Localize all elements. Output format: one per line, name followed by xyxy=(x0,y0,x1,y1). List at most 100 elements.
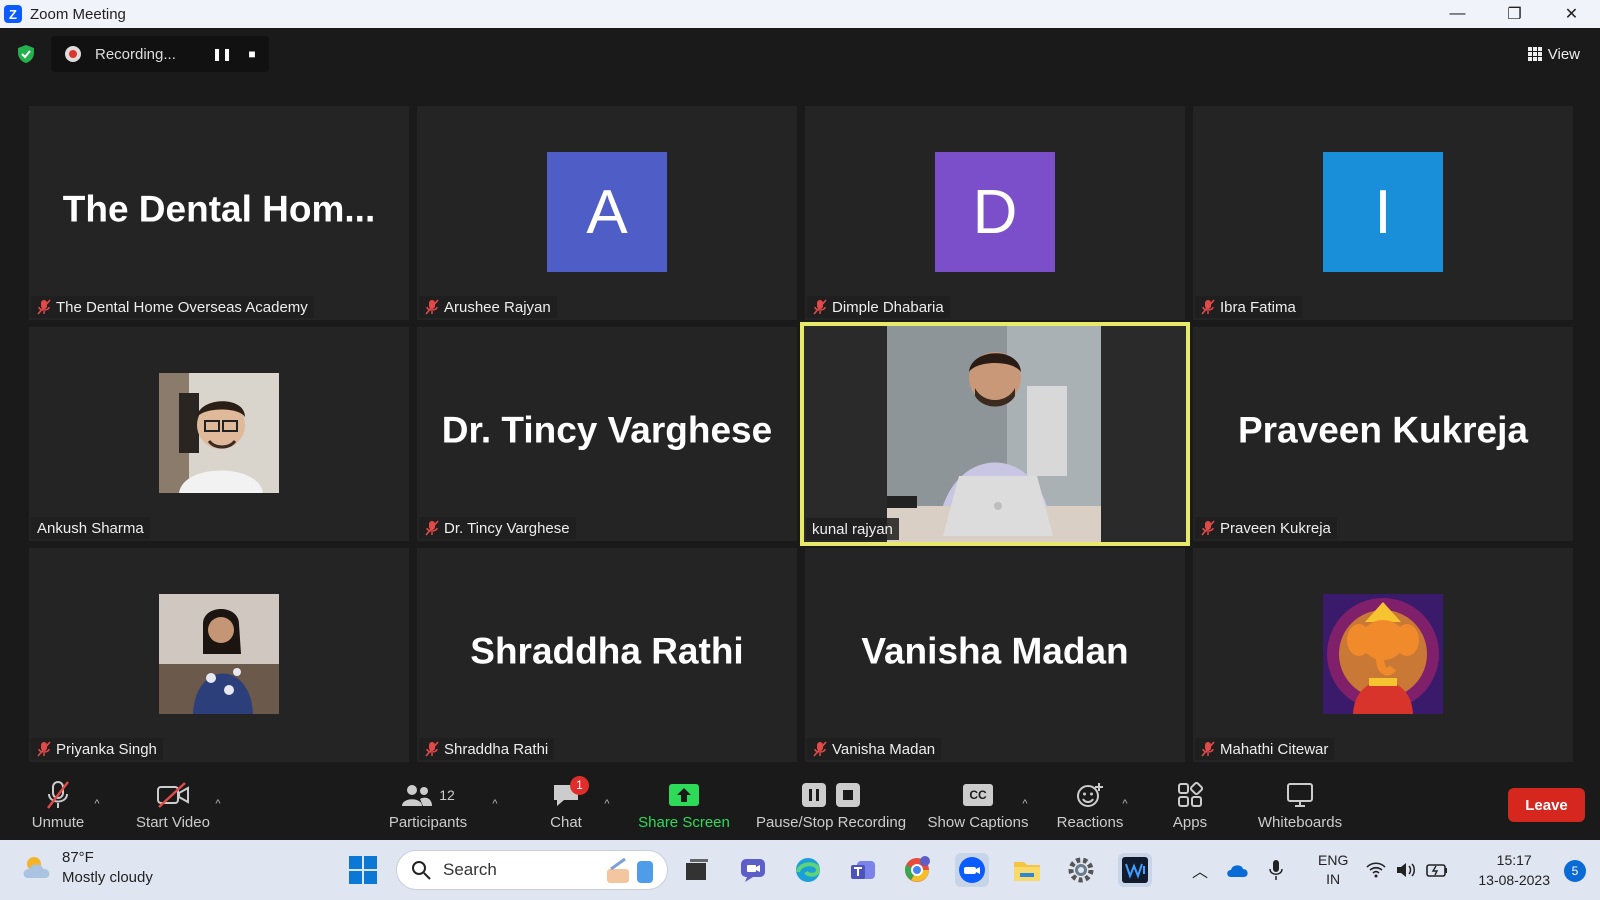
task-view-icon[interactable] xyxy=(680,853,714,887)
participant-name: Priyanka Singh xyxy=(56,740,157,758)
chrome-icon[interactable] xyxy=(900,853,934,887)
leave-button[interactable]: Leave xyxy=(1508,788,1585,822)
participant-name: kunal rajyan xyxy=(812,520,893,538)
stop-recording-button[interactable]: ■ xyxy=(239,41,265,67)
share-screen-button[interactable]: Share Screen xyxy=(632,768,736,840)
participant-name: Praveen Kukreja xyxy=(1220,519,1331,537)
participant-name-label: Mahathi Citewar xyxy=(1195,738,1335,760)
profile-photo xyxy=(159,373,279,493)
notification-badge[interactable]: 5 xyxy=(1564,860,1586,882)
recording-indicator: Recording... ❚❚ ■ xyxy=(51,36,269,72)
edge-browser-icon[interactable] xyxy=(791,853,825,887)
whiteboards-button[interactable]: Whiteboards xyxy=(1250,768,1350,840)
chat-unread-badge: 1 xyxy=(570,775,589,795)
taskbar-search[interactable]: Search xyxy=(396,850,668,890)
pause-stop-recording-button[interactable]: Pause/Stop Recording xyxy=(752,768,910,840)
onedrive-cloud-icon[interactable] xyxy=(1226,861,1250,879)
participant-name: Vanisha Madan xyxy=(832,740,936,758)
pause-recording-button[interactable]: ❚❚ xyxy=(209,41,235,67)
chat-options-caret[interactable]: ^ xyxy=(596,768,618,840)
participant-name: The Dental Home Overseas Academy xyxy=(56,298,308,316)
participant-display-name: Dr. Tincy Varghese xyxy=(441,409,773,451)
language-code: ENG xyxy=(1318,852,1349,868)
video-options-caret[interactable]: ^ xyxy=(207,768,229,840)
clock-date: 13-08-2023 xyxy=(1478,872,1550,888)
muted-mic-icon xyxy=(47,780,69,809)
file-explorer-icon[interactable] xyxy=(1010,853,1044,887)
participants-count: 12 xyxy=(439,786,455,803)
restore-button[interactable]: ❐ xyxy=(1486,0,1543,28)
reactions-icon xyxy=(1077,782,1103,807)
participant-name-label: Vanisha Madan xyxy=(807,738,942,760)
profile-photo xyxy=(1323,594,1443,714)
participant-tile[interactable]: A Arushee Rajyan xyxy=(417,106,797,320)
window-title: Zoom Meeting xyxy=(30,5,126,23)
participant-name: Dimple Dhabaria xyxy=(832,298,944,316)
participant-tile[interactable]: I Ibra Fatima xyxy=(1193,106,1573,320)
participant-tile[interactable]: Mahathi Citewar xyxy=(1193,548,1573,762)
active-speaker-tile[interactable]: kunal rajyan xyxy=(800,322,1190,546)
participant-tile[interactable]: Praveen Kukreja Praveen Kukreja xyxy=(1193,327,1573,541)
unmute-button[interactable]: Unmute xyxy=(22,768,94,840)
participants-button[interactable]: 12 Participants xyxy=(380,768,476,840)
captions-icon: CC xyxy=(963,783,993,806)
security-shield-icon[interactable] xyxy=(16,44,36,64)
participant-name-label: The Dental Home Overseas Academy xyxy=(31,296,314,318)
system-tray: ︿ xyxy=(1192,840,1284,900)
settings-icon[interactable] xyxy=(1064,853,1098,887)
apps-button[interactable]: Apps xyxy=(1160,768,1220,840)
recording-dot-icon xyxy=(65,46,81,62)
windows-start-icon[interactable] xyxy=(348,855,378,885)
participants-options-caret[interactable]: ^ xyxy=(484,768,506,840)
close-button[interactable]: ✕ xyxy=(1543,0,1600,28)
temperature: 87°F xyxy=(62,849,94,866)
view-button[interactable]: View xyxy=(1527,36,1580,72)
participant-name-label: Ibra Fatima xyxy=(1195,296,1302,318)
zoom-app-icon[interactable] xyxy=(955,853,989,887)
chat-button[interactable]: 1 Chat xyxy=(536,768,596,840)
whiteboard-icon xyxy=(1287,782,1313,807)
minimize-button[interactable]: — xyxy=(1429,0,1486,28)
participant-tile[interactable]: Vanisha Madan Vanisha Madan xyxy=(805,548,1185,762)
teams-chat-icon[interactable] xyxy=(736,853,770,887)
participant-tile[interactable]: Dr. Tincy Varghese Dr. Tincy Varghese xyxy=(417,327,797,541)
participant-tile[interactable]: Ankush Sharma xyxy=(29,327,409,541)
start-video-label: Start Video xyxy=(136,813,210,831)
chat-label: Chat xyxy=(550,813,582,831)
start-video-button[interactable]: Start Video xyxy=(130,768,216,840)
language-indicator[interactable]: ENG IN xyxy=(1318,840,1348,900)
participant-name-label: Dr. Tincy Varghese xyxy=(419,517,576,539)
participant-display-name: The Dental Hom... xyxy=(62,188,376,230)
search-placeholder: Search xyxy=(443,860,497,879)
microphone-icon[interactable] xyxy=(1268,859,1284,881)
captions-options-caret[interactable]: ^ xyxy=(1014,768,1036,840)
audio-options-caret[interactable]: ^ xyxy=(86,768,108,840)
participant-tile[interactable]: Priyanka Singh xyxy=(29,548,409,762)
participant-name: Arushee Rajyan xyxy=(444,298,551,316)
participant-name: Dr. Tincy Varghese xyxy=(444,519,570,537)
apps-icon xyxy=(1178,781,1203,807)
system-clock[interactable]: 15:17 13-08-2023 xyxy=(1478,850,1550,890)
participant-tile[interactable]: D Dimple Dhabaria xyxy=(805,106,1185,320)
teams-icon[interactable] xyxy=(846,853,880,887)
windows-taskbar: 87°F Mostly cloudy Search ︿ ENG IN 15:17… xyxy=(0,840,1600,900)
title-bar: Z Zoom Meeting — ❐ ✕ xyxy=(0,0,1600,28)
participants-icon xyxy=(402,784,433,806)
participant-name-label: Arushee Rajyan xyxy=(419,296,557,318)
show-hidden-icons-icon[interactable]: ︿ xyxy=(1192,858,1208,882)
battery-icon xyxy=(1426,864,1447,877)
muted-mic-icon xyxy=(425,299,439,315)
wifi-icon xyxy=(1366,862,1386,878)
weather-widget[interactable]: 87°F Mostly cloudy xyxy=(22,848,153,888)
unmute-label: Unmute xyxy=(31,813,85,831)
muted-mic-icon xyxy=(37,299,51,315)
reactions-options-caret[interactable]: ^ xyxy=(1114,768,1136,840)
participant-name-label: Dimple Dhabaria xyxy=(807,296,950,318)
participant-tile[interactable]: Shraddha Rathi Shraddha Rathi xyxy=(417,548,797,762)
participant-tile[interactable]: The Dental Hom... The Dental Home Overse… xyxy=(29,106,409,320)
view-label: View xyxy=(1547,45,1580,63)
volume-icon xyxy=(1397,863,1415,877)
quick-settings[interactable] xyxy=(1366,840,1448,900)
audio-app-icon[interactable] xyxy=(1118,853,1152,887)
muted-mic-icon xyxy=(1201,741,1215,757)
